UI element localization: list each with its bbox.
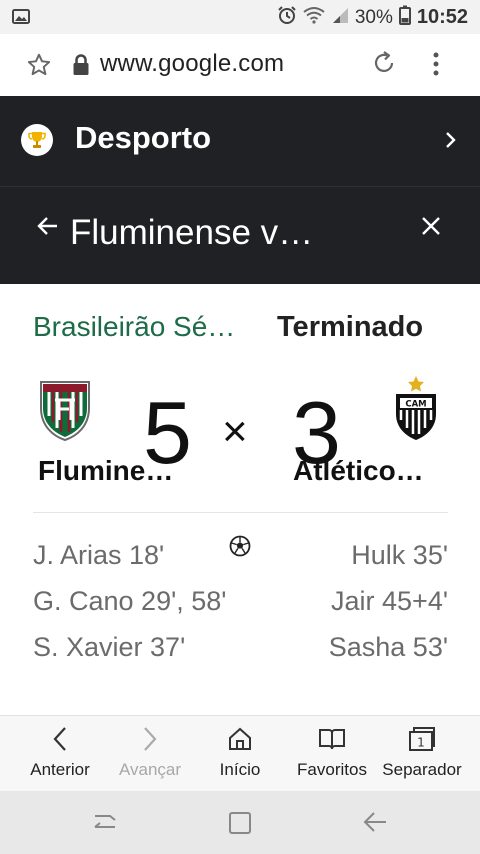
chevron-right-icon (142, 724, 158, 754)
scorer-entry: Sasha 53' (328, 632, 448, 662)
scorer-entry: G. Cano 29', 58' (33, 586, 227, 616)
scorer-entry: J. Arias 18' (33, 540, 165, 570)
close-icon[interactable] (421, 216, 441, 241)
trophy-icon (21, 124, 53, 156)
tabs-button[interactable]: 1 Separador (380, 716, 464, 792)
search-header: Desporto Fluminense v… (0, 96, 480, 284)
sport-row[interactable]: Desporto (0, 96, 480, 186)
home-label: Início (219, 760, 261, 779)
back-button[interactable]: Anterior (24, 716, 96, 792)
clock: 10:52 (416, 6, 468, 28)
recent-apps-icon[interactable] (92, 811, 118, 838)
chevron-right-icon[interactable] (444, 130, 458, 155)
home-icon (227, 724, 253, 754)
wifi-icon (303, 6, 325, 29)
back-label: Anterior (30, 760, 90, 779)
url-bar: www.google.com (0, 34, 480, 96)
url-text[interactable]: www.google.com (100, 50, 284, 78)
scorer-entry: S. Xavier 37' (33, 632, 186, 662)
away-scorers: Hulk 35' Jair 45+4' Sasha 53' (248, 537, 448, 675)
home-button[interactable]: Início (206, 716, 274, 792)
alarm-icon (277, 5, 297, 30)
menu-icon[interactable] (430, 51, 442, 82)
status-bar: 30% 10:52 (0, 0, 480, 34)
divider (33, 512, 448, 513)
svg-text:CAM: CAM (405, 400, 426, 410)
system-nav-bar (0, 791, 480, 854)
score-separator: × (222, 407, 248, 456)
battery-percent: 30% (354, 6, 393, 28)
away-team-crest[interactable]: CAM (394, 376, 438, 447)
battery-icon (398, 5, 411, 30)
match-title: Fluminense v… (70, 213, 314, 252)
tabs-icon: 1 (408, 724, 436, 754)
book-icon (318, 724, 346, 754)
lock-icon (72, 54, 90, 81)
scorer-entry: Hulk 35' (351, 540, 448, 570)
away-team-name[interactable]: Atlético… (293, 455, 424, 487)
home-square-icon[interactable] (228, 811, 252, 840)
home-team-name[interactable]: Flumine… (38, 455, 173, 487)
gallery-icon (12, 9, 30, 29)
forward-button[interactable]: Avançar (114, 716, 186, 792)
match-status: Terminado (277, 311, 424, 343)
forward-label: Avançar (118, 760, 182, 779)
tabs-count: 1 (417, 736, 425, 750)
browser-toolbar: Anterior Avançar Início Favoritos 1 Sepa… (0, 715, 480, 791)
signal-icon (331, 6, 349, 29)
scorer-entry: Jair 45+4' (331, 586, 448, 616)
star-icon[interactable] (26, 52, 52, 83)
tabs-label: Separador (382, 760, 462, 779)
league-name[interactable]: Brasileirão Sé… (33, 311, 235, 343)
home-team-crest[interactable] (37, 378, 93, 447)
bookmarks-label: Favoritos (297, 760, 367, 779)
back-nav-icon[interactable] (362, 811, 388, 838)
back-arrow-icon[interactable] (37, 216, 59, 241)
reload-icon[interactable] (371, 50, 397, 81)
bookmarks-button[interactable]: Favoritos (292, 716, 372, 792)
match-title-row: Fluminense v… (0, 187, 480, 284)
home-scorers: J. Arias 18' G. Cano 29', 58' S. Xavier … (33, 537, 233, 675)
chevron-left-icon (52, 724, 68, 754)
section-title: Desporto (75, 120, 212, 155)
